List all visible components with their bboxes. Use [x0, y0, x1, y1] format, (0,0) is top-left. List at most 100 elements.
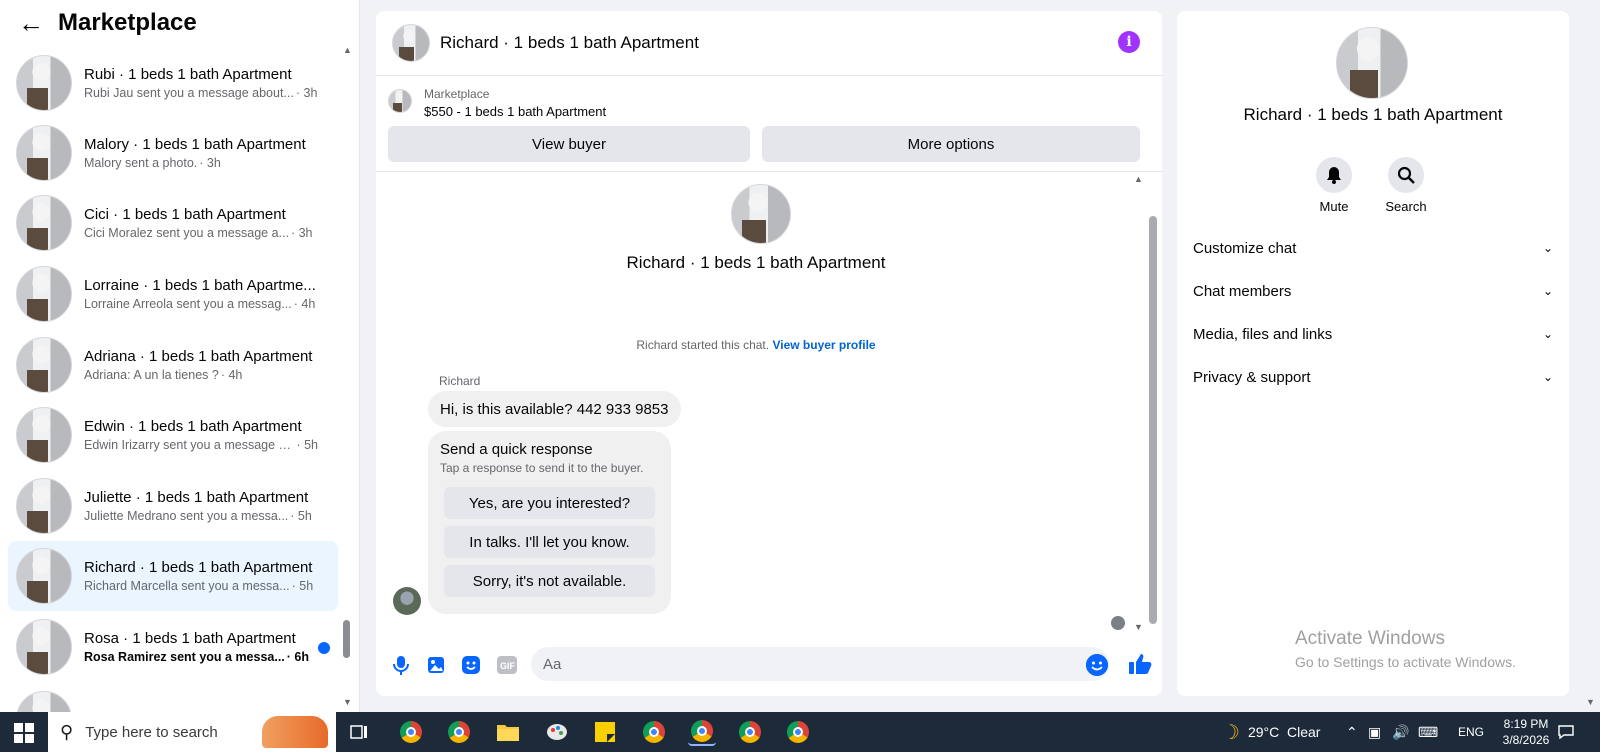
conversation-preview: Adriana: A un la tienes ? [84, 368, 219, 382]
listing-thumbnail[interactable] [388, 89, 412, 113]
mute-button[interactable]: Mute [1304, 157, 1364, 214]
taskbar-search-box[interactable]: ⚲ Type here to search [48, 712, 336, 752]
conversation-item-juliette[interactable]: Juliette · 1 beds 1 bath Apartment Julie… [8, 471, 338, 541]
svg-text:GIF: GIF [500, 661, 516, 671]
chat-header-avatar[interactable] [392, 24, 430, 62]
chat-scrollbar-thumb[interactable] [1149, 216, 1157, 624]
notification-icon[interactable] [1558, 712, 1574, 752]
quick-response-button[interactable]: In talks. I'll let you know. [444, 526, 655, 558]
conversation-preview: Rosa Ramirez sent you a messa... [84, 650, 285, 664]
conversation-item-adriana[interactable]: Adriana · 1 beds 1 bath Apartment Adrian… [8, 330, 338, 400]
search-icon [1388, 157, 1424, 193]
back-arrow-icon[interactable]: ← [18, 10, 44, 36]
conversation-time: · 3h [290, 226, 313, 240]
scroll-down-arrow-icon[interactable]: ▼ [343, 697, 352, 707]
scroll-up-arrow-icon[interactable]: ▲ [1134, 174, 1143, 184]
chat-profile-avatar[interactable] [731, 184, 791, 244]
customize-chat-section[interactable]: Customize chat ⌄ [1193, 236, 1553, 260]
chevron-down-icon: ⌄ [1542, 370, 1553, 384]
sender-avatar[interactable] [393, 587, 421, 615]
chrome-profile-icon[interactable] [736, 718, 764, 746]
conversation-item-richard[interactable]: Richard · 1 beds 1 bath Apartment Richar… [8, 541, 338, 611]
weather-widget[interactable]: ☽ 29°C Clear [1222, 712, 1320, 752]
photo-icon[interactable] [425, 654, 447, 676]
scroll-down-arrow-icon[interactable]: ▼ [1586, 697, 1595, 707]
chevron-down-icon: ⌄ [1542, 284, 1553, 298]
quick-response-card: Send a quick response Tap a response to … [428, 431, 671, 614]
more-options-button[interactable]: More options [762, 126, 1140, 162]
message-bubble[interactable]: Hi, is this available? 442 933 9853 [428, 391, 681, 427]
paint-icon[interactable] [543, 718, 571, 746]
media-files-links-section[interactable]: Media, files and links ⌄ [1193, 322, 1553, 346]
conversation-name: Rubi · 1 beds 1 bath Apartment [84, 66, 292, 83]
listing-title[interactable]: $550 - 1 beds 1 bath Apartment [424, 104, 606, 119]
scroll-up-arrow-icon[interactable]: ▲ [343, 45, 352, 55]
network-icon[interactable]: ▣ [1368, 712, 1381, 752]
listing-thumbnail [16, 195, 72, 251]
listing-thumbnail [16, 407, 72, 463]
language-indicator[interactable]: ENG [1458, 712, 1484, 752]
privacy-support-section[interactable]: Privacy & support ⌄ [1193, 365, 1553, 389]
conversation-item-rubi[interactable]: Rubi · 1 beds 1 bath Apartment Rubi Jau … [8, 48, 338, 118]
file-explorer-icon[interactable] [494, 718, 522, 746]
sticker-icon[interactable] [460, 654, 482, 676]
info-icon[interactable]: i [1118, 31, 1140, 53]
emoji-icon[interactable] [1086, 654, 1108, 676]
chat-panel: Richard · 1 beds 1 bath Apartment i Mark… [376, 11, 1162, 696]
message-composer: GIF [376, 639, 1162, 689]
conversation-name: Cici · 1 beds 1 bath Apartment [84, 206, 286, 223]
conversation-item-cici[interactable]: Cici · 1 beds 1 bath Apartment Cici Mora… [8, 188, 338, 258]
conversation-item-rosa[interactable]: Rosa · 1 beds 1 bath Apartment Rosa Rami… [8, 612, 338, 682]
conversation-item-lorraine[interactable]: Lorraine · 1 beds 1 bath Apartme... Lorr… [8, 259, 338, 329]
chevron-up-icon[interactable]: ⌃ [1346, 712, 1358, 752]
windows-start-icon[interactable] [14, 723, 34, 743]
listing-thumbnail [16, 478, 72, 534]
conversation-time: · 6h [286, 650, 310, 664]
taskbar-search-placeholder: Type here to search [85, 723, 218, 741]
info-avatar[interactable] [1336, 27, 1408, 99]
microphone-icon[interactable] [390, 654, 412, 676]
conversation-name: Juliette · 1 beds 1 bath Apartment [84, 489, 309, 506]
watermark-title: Activate Windows [1295, 628, 1445, 649]
system-clock[interactable]: 8:19 PM 3/8/2026 [1488, 716, 1564, 748]
chrome-profile-icon[interactable] [640, 718, 668, 746]
quick-response-button[interactable]: Sorry, it's not available. [444, 565, 655, 597]
section-label: Privacy & support [1193, 368, 1311, 386]
listing-thumbnail [16, 548, 72, 604]
scroll-down-arrow-icon[interactable]: ▼ [1134, 622, 1143, 632]
conversation-item-malory[interactable]: Malory · 1 beds 1 bath Apartment Malory … [8, 118, 338, 188]
watermark-subtitle: Go to Settings to activate Windows. [1295, 654, 1516, 670]
chat-title[interactable]: Richard · 1 beds 1 bath Apartment [440, 33, 699, 53]
chrome-profile-icon[interactable] [784, 718, 812, 746]
chat-header: Richard · 1 beds 1 bath Apartment i [376, 11, 1162, 76]
conversation-item-partial[interactable] [8, 684, 338, 712]
gif-icon[interactable]: GIF [496, 654, 518, 676]
conversation-time: · 5h [296, 438, 318, 452]
activate-windows-watermark: Activate Windows Go to Settings to activ… [1295, 628, 1516, 670]
quick-response-title: Send a quick response [440, 441, 593, 458]
conversation-time: · 3h [295, 86, 318, 100]
chat-members-section[interactable]: Chat members ⌄ [1193, 279, 1553, 303]
chrome-profile-icon[interactable] [397, 718, 425, 746]
volume-icon[interactable]: 🔊 [1392, 712, 1409, 752]
conversation-name: Malory · 1 beds 1 bath Apartment [84, 136, 306, 153]
chrome-icon[interactable] [445, 718, 473, 746]
listing-thumbnail [16, 619, 72, 675]
sidebar-header: ← Marketplace [0, 0, 359, 46]
view-buyer-button[interactable]: View buyer [388, 126, 750, 162]
thumbs-up-icon[interactable] [1128, 653, 1152, 681]
conversation-preview: Rubi Jau sent you a message about... [84, 86, 294, 100]
search-button[interactable]: Search [1376, 157, 1436, 214]
search-highlight-illustration [262, 716, 328, 748]
message-input[interactable] [531, 647, 1109, 681]
chrome-profile-icon[interactable] [688, 718, 716, 746]
conversation-sidebar: ← Marketplace Rubi · 1 beds 1 bath Apart… [0, 0, 360, 712]
task-view-icon[interactable] [345, 718, 373, 746]
sender-label: Richard [439, 374, 481, 388]
quick-response-button[interactable]: Yes, are you interested? [444, 487, 655, 519]
keyboard-icon[interactable]: ⌨ [1418, 712, 1438, 752]
sticky-notes-icon[interactable] [591, 718, 619, 746]
conversation-item-edwin[interactable]: Edwin · 1 beds 1 bath Apartment Edwin Ir… [8, 400, 338, 470]
sidebar-scrollbar-thumb[interactable] [343, 620, 350, 658]
view-buyer-profile-link[interactable]: View buyer profile [772, 338, 875, 352]
